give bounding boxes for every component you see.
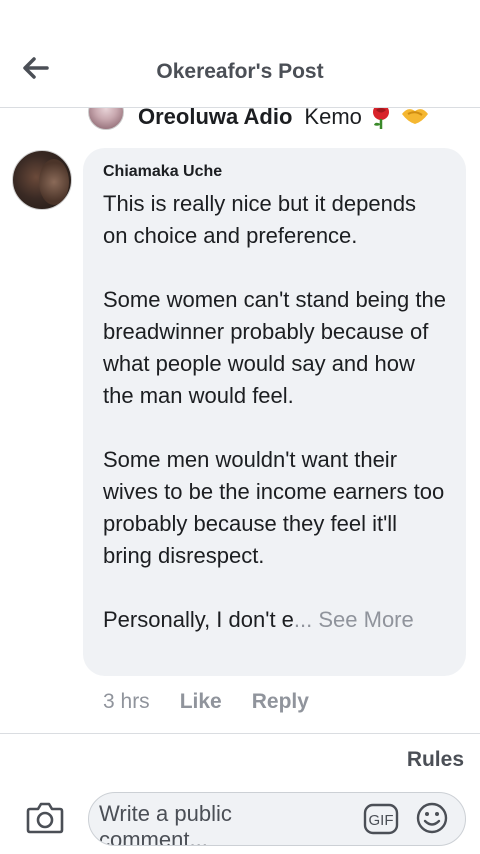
gif-icon: GIF (363, 803, 399, 835)
comment-paragraph: Some women can't stand being the breadwi… (103, 287, 446, 408)
rose-icon (372, 108, 389, 129)
emoji-button[interactable] (415, 801, 449, 835)
emoji-icon (416, 802, 448, 834)
comment-text: This is really nice but it depends on ch… (103, 188, 446, 636)
avatar[interactable] (88, 108, 124, 130)
see-more-link[interactable]: ... See More (294, 607, 414, 632)
comment-author-name[interactable]: Chiamaka Uche (103, 162, 446, 182)
post-header: Okereafor's Post (0, 0, 480, 108)
camera-icon (26, 802, 64, 834)
comment-input-placeholder: Write a public comment... (99, 801, 232, 846)
camera-button[interactable] (26, 800, 64, 834)
comment-truncated-text: Personally, I don't e (103, 607, 294, 632)
comment-truncated-line: Personally, I don't e... See More (103, 604, 446, 636)
rules-link[interactable]: Rules (407, 748, 464, 772)
handshake-icon (401, 109, 428, 124)
comment-bubble[interactable]: Chiamaka Uche This is really nice but it… (83, 148, 466, 676)
page-title: Okereafor's Post (156, 60, 324, 83)
comment-paragraph: Some men wouldn't want their wives to be… (103, 447, 445, 568)
reply-author-name[interactable]: Oreoluwa Adio (138, 108, 292, 130)
divider (0, 733, 480, 734)
previous-reply[interactable]: Oreoluwa Adio Kemo (88, 108, 480, 138)
like-button[interactable]: Like (180, 688, 222, 716)
comment-input[interactable]: Write a public comment... GIF (88, 792, 466, 846)
comment-paragraph: This is really nice but it depends on ch… (103, 191, 417, 248)
gif-label: GIF (369, 812, 394, 829)
gif-button[interactable]: GIF (363, 803, 399, 835)
avatar[interactable] (12, 150, 72, 210)
reply-button[interactable]: Reply (252, 688, 309, 716)
comment-actions: 3 hrs Like Reply (103, 688, 309, 716)
comment-timestamp: 3 hrs (103, 690, 150, 713)
reply-text: Kemo (304, 108, 362, 129)
